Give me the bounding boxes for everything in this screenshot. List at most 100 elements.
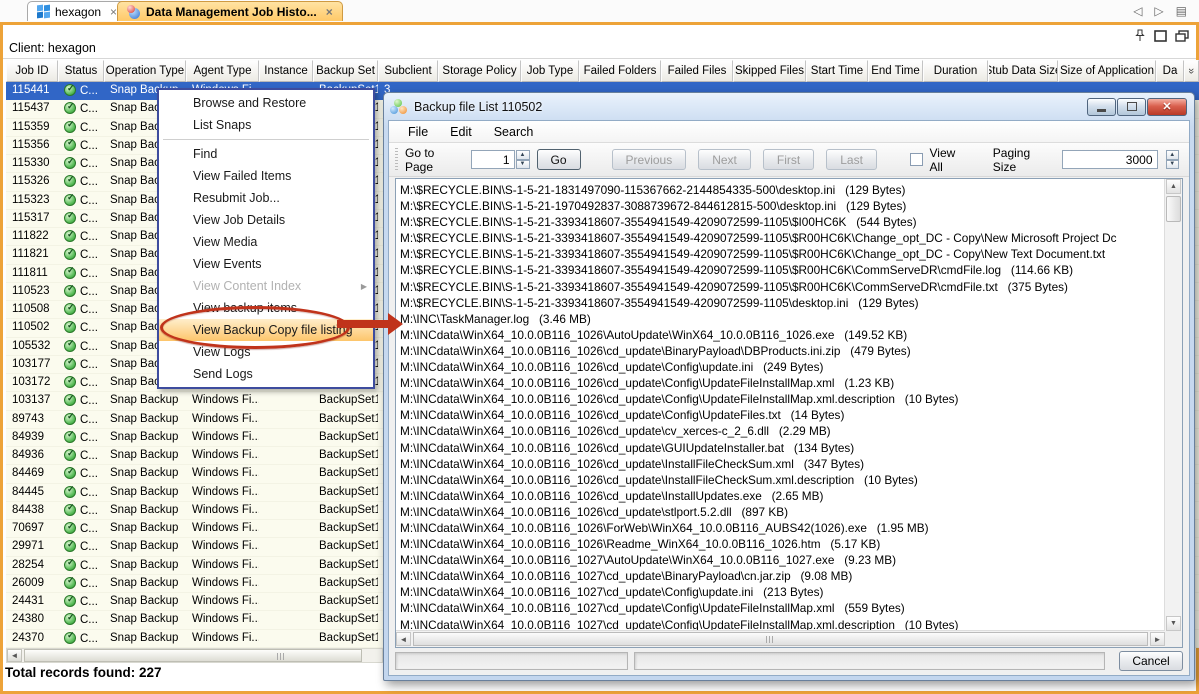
file-entry[interactable]: M:\INCdata\WinX64_10.0.0B116_1026\cd_upd… — [400, 407, 1162, 423]
column-header[interactable]: Operation Type — [104, 60, 186, 82]
tab-list-icon[interactable]: ▤ — [1176, 4, 1187, 18]
file-entry[interactable]: M:\INCdata\WinX64_10.0.0B116_1027\cd_upd… — [400, 568, 1162, 584]
scroll-down-icon[interactable]: ▼ — [1166, 616, 1181, 631]
column-header[interactable]: Da — [1156, 60, 1184, 82]
tab-scroll-right-icon[interactable]: ▷ — [1154, 4, 1163, 18]
close-icon[interactable]: × — [110, 7, 117, 17]
menu-item[interactable]: List Snaps — [159, 114, 373, 136]
file-entry[interactable]: M:\INCdata\WinX64_10.0.0B116_1026\cd_upd… — [400, 391, 1162, 407]
menu-item[interactable]: View Content Index▶ — [159, 275, 373, 297]
file-entry[interactable]: M:\$RECYCLE.BIN\S-1-5-21-3393418607-3554… — [400, 246, 1162, 262]
spinner-down-icon[interactable]: ▼ — [516, 160, 530, 170]
scrollbar-thumb[interactable] — [413, 632, 1148, 646]
column-header[interactable]: Failed Files — [661, 60, 733, 82]
column-header[interactable]: Backup Set — [313, 60, 378, 82]
file-entry[interactable]: M:\INCdata\WinX64_10.0.0B116_1026\cd_upd… — [400, 359, 1162, 375]
file-entry[interactable]: M:\INCdata\WinX64_10.0.0B116_1026\cd_upd… — [400, 504, 1162, 520]
close-icon[interactable]: × — [326, 7, 333, 17]
column-header[interactable]: Start Time — [806, 60, 868, 82]
nav-button[interactable]: Next — [698, 149, 751, 170]
scroll-left-icon[interactable]: ◄ — [396, 632, 411, 646]
file-entry[interactable]: M:\INC\TaskManager.log (3.46 MB) — [400, 311, 1162, 327]
view-all-checkbox[interactable] — [910, 153, 923, 166]
file-entry[interactable]: M:\INCdata\WinX64_10.0.0B116_1027\cd_upd… — [400, 600, 1162, 616]
file-entry[interactable]: M:\INCdata\WinX64_10.0.0B116_1026\cd_upd… — [400, 343, 1162, 359]
spinner-up-icon[interactable]: ▲ — [516, 150, 530, 160]
close-icon[interactable]: ✕ — [1147, 98, 1187, 116]
file-entry[interactable]: M:\$RECYCLE.BIN\S-1-5-21-3393418607-3554… — [400, 230, 1162, 246]
file-entry[interactable]: M:\INCdata\WinX64_10.0.0B116_1026\AutoUp… — [400, 327, 1162, 343]
column-header[interactable]: Stub Data Size — [988, 60, 1058, 82]
paging-size-input[interactable] — [1062, 150, 1158, 169]
column-header[interactable]: Size of Application — [1058, 60, 1156, 82]
table-horizontal-scrollbar[interactable]: ◄ — [6, 648, 383, 663]
file-entry[interactable]: M:\$RECYCLE.BIN\S-1-5-21-3393418607-3554… — [400, 295, 1162, 311]
menu-item[interactable]: View Failed Items — [159, 165, 373, 187]
file-list-horizontal-scrollbar[interactable]: ◄ ► — [396, 630, 1165, 647]
nav-button[interactable]: Previous — [612, 149, 687, 170]
maximize-icon[interactable] — [1154, 30, 1167, 42]
file-entry[interactable]: M:\INCdata\WinX64_10.0.0B116_1026\cd_upd… — [400, 488, 1162, 504]
file-entry[interactable]: M:\INCdata\WinX64_10.0.0B116_1027\AutoUp… — [400, 552, 1162, 568]
menu-item[interactable]: View Media — [159, 231, 373, 253]
file-entry[interactable]: M:\INCdata\WinX64_10.0.0B116_1026\cd_upd… — [400, 375, 1162, 391]
page-number-input[interactable] — [471, 150, 515, 169]
file-entry[interactable]: M:\$RECYCLE.BIN\S-1-5-21-3393418607-3554… — [400, 279, 1162, 295]
spinner-up-icon[interactable]: ▲ — [1166, 150, 1179, 160]
column-header[interactable]: End Time — [868, 60, 923, 82]
chevron-down-icon[interactable]: » — [1184, 60, 1199, 82]
cancel-button[interactable]: Cancel — [1119, 651, 1183, 671]
dialog-title: Backup file List 110502 — [414, 100, 542, 114]
column-header[interactable]: Duration — [923, 60, 988, 82]
column-header[interactable]: Skipped Files — [733, 60, 806, 82]
column-header[interactable]: Storage Policy — [438, 60, 521, 82]
scrollbar-thumb[interactable] — [24, 649, 362, 662]
scroll-right-icon[interactable]: ► — [1150, 632, 1165, 646]
file-entry[interactable]: M:\INCdata\WinX64_10.0.0B116_1027\cd_upd… — [400, 617, 1162, 630]
file-entry[interactable]: M:\INCdata\WinX64_10.0.0B116_1026\cd_upd… — [400, 440, 1162, 456]
restore-icon[interactable] — [1117, 98, 1146, 116]
scroll-left-icon[interactable]: ◄ — [7, 649, 22, 662]
file-entry[interactable]: M:\INCdata\WinX64_10.0.0B116_1026\cd_upd… — [400, 472, 1162, 488]
tab-hexagon[interactable]: hexagon × — [27, 1, 127, 21]
column-header[interactable]: Subclient — [378, 60, 438, 82]
status-success-icon — [64, 340, 76, 352]
menu-file[interactable]: File — [399, 123, 437, 141]
menu-edit[interactable]: Edit — [441, 123, 481, 141]
file-entry[interactable]: M:\$RECYCLE.BIN\S-1-5-21-1831497090-1153… — [400, 182, 1162, 198]
column-header[interactable]: Status — [58, 60, 104, 82]
scrollbar-thumb[interactable] — [1166, 196, 1181, 222]
column-header[interactable]: Failed Folders — [579, 60, 661, 82]
file-entry[interactable]: M:\INCdata\WinX64_10.0.0B116_1027\cd_upd… — [400, 584, 1162, 600]
column-header[interactable]: Job Type — [521, 60, 579, 82]
pin-icon[interactable] — [1134, 29, 1146, 42]
nav-button[interactable]: Last — [826, 149, 877, 170]
menu-item[interactable]: Send Logs — [159, 363, 373, 385]
column-header[interactable]: Instance — [259, 60, 313, 82]
tab-data-management-job-history[interactable]: Data Management Job Histo... × — [117, 1, 343, 21]
go-button[interactable]: Go — [537, 149, 581, 170]
menu-item[interactable]: Resubmit Job... — [159, 187, 373, 209]
file-entry[interactable]: M:\INCdata\WinX64_10.0.0B116_1026\cd_upd… — [400, 423, 1162, 439]
menu-item[interactable]: Find — [159, 143, 373, 165]
minimize-icon[interactable] — [1087, 98, 1116, 116]
restore-icon[interactable] — [1175, 30, 1189, 42]
file-entry[interactable]: M:\INCdata\WinX64_10.0.0B116_1026\Readme… — [400, 536, 1162, 552]
file-entry[interactable]: M:\$RECYCLE.BIN\S-1-5-21-3393418607-3554… — [400, 262, 1162, 278]
dialog-titlebar[interactable]: Backup file List 110502 ✕ — [388, 93, 1190, 120]
column-header[interactable]: Job ID — [6, 60, 58, 82]
scroll-up-icon[interactable]: ▲ — [1166, 179, 1181, 194]
menu-item[interactable]: Browse and Restore — [159, 92, 373, 114]
file-list-vertical-scrollbar[interactable]: ▲ ▼ — [1164, 179, 1182, 631]
file-entry[interactable]: M:\$RECYCLE.BIN\S-1-5-21-3393418607-3554… — [400, 214, 1162, 230]
column-header[interactable]: Agent Type — [186, 60, 259, 82]
menu-item[interactable]: View Job Details — [159, 209, 373, 231]
nav-button[interactable]: First — [763, 149, 814, 170]
menu-item[interactable]: View Events — [159, 253, 373, 275]
file-entry[interactable]: M:\$RECYCLE.BIN\S-1-5-21-1970492837-3088… — [400, 198, 1162, 214]
file-entry[interactable]: M:\INCdata\WinX64_10.0.0B116_1026\ForWeb… — [400, 520, 1162, 536]
tab-scroll-left-icon[interactable]: ◁ — [1133, 4, 1142, 18]
file-entry[interactable]: M:\INCdata\WinX64_10.0.0B116_1026\cd_upd… — [400, 456, 1162, 472]
spinner-down-icon[interactable]: ▼ — [1166, 160, 1179, 170]
menu-search[interactable]: Search — [485, 123, 543, 141]
